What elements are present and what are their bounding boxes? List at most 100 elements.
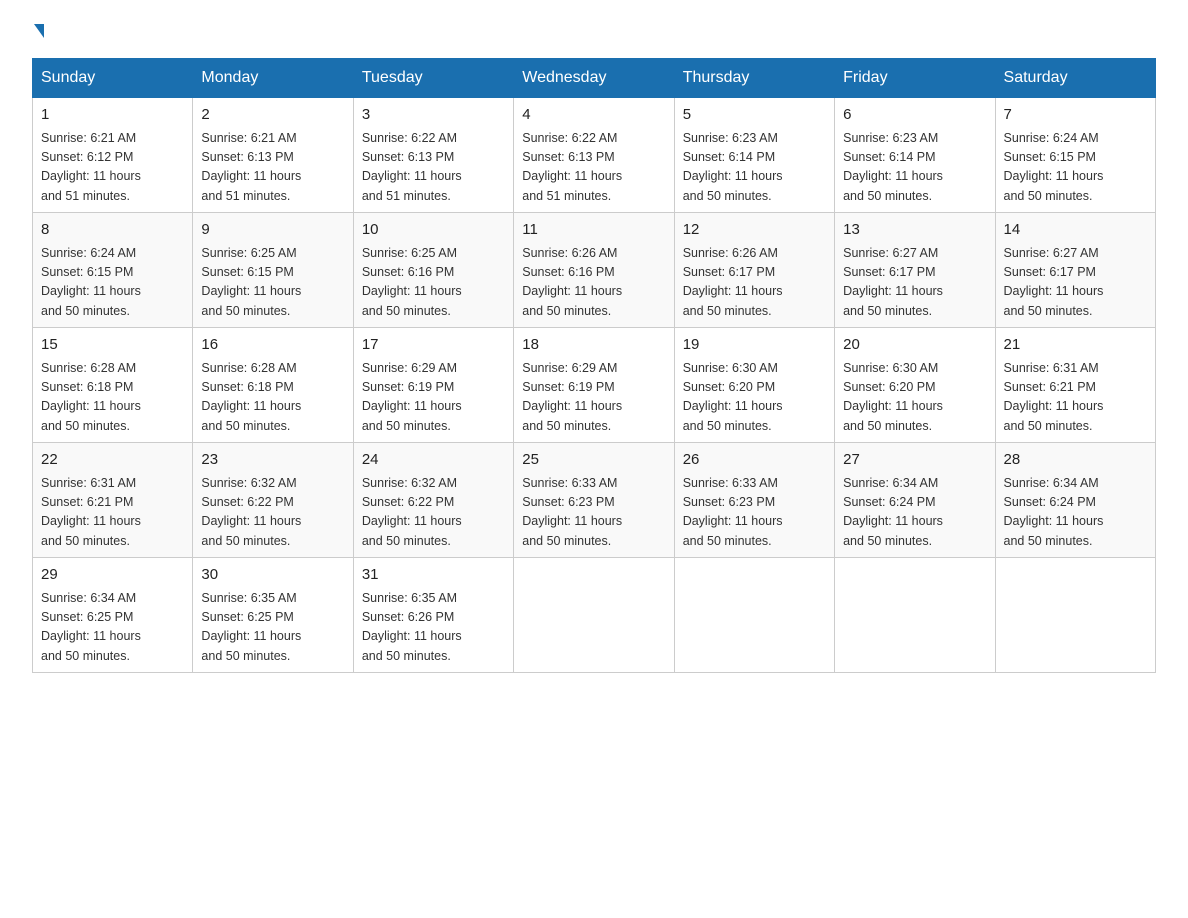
day-info: Sunrise: 6:34 AMSunset: 6:24 PMDaylight:… bbox=[843, 474, 986, 552]
day-number: 16 bbox=[201, 334, 344, 357]
column-header-sunday: Sunday bbox=[33, 59, 193, 98]
day-info: Sunrise: 6:30 AMSunset: 6:20 PMDaylight:… bbox=[843, 359, 986, 437]
day-info: Sunrise: 6:35 AMSunset: 6:26 PMDaylight:… bbox=[362, 589, 505, 667]
day-number: 31 bbox=[362, 564, 505, 587]
day-info: Sunrise: 6:26 AMSunset: 6:16 PMDaylight:… bbox=[522, 244, 665, 322]
day-info: Sunrise: 6:28 AMSunset: 6:18 PMDaylight:… bbox=[41, 359, 184, 437]
calendar-cell: 17Sunrise: 6:29 AMSunset: 6:19 PMDayligh… bbox=[353, 328, 513, 443]
calendar-cell: 5Sunrise: 6:23 AMSunset: 6:14 PMDaylight… bbox=[674, 98, 834, 213]
day-number: 27 bbox=[843, 449, 986, 472]
day-info: Sunrise: 6:29 AMSunset: 6:19 PMDaylight:… bbox=[362, 359, 505, 437]
calendar-cell: 27Sunrise: 6:34 AMSunset: 6:24 PMDayligh… bbox=[835, 443, 995, 558]
day-number: 26 bbox=[683, 449, 826, 472]
calendar-week-row: 1Sunrise: 6:21 AMSunset: 6:12 PMDaylight… bbox=[33, 98, 1156, 213]
calendar-cell: 13Sunrise: 6:27 AMSunset: 6:17 PMDayligh… bbox=[835, 213, 995, 328]
calendar-week-row: 29Sunrise: 6:34 AMSunset: 6:25 PMDayligh… bbox=[33, 558, 1156, 673]
day-info: Sunrise: 6:33 AMSunset: 6:23 PMDaylight:… bbox=[683, 474, 826, 552]
calendar-cell: 21Sunrise: 6:31 AMSunset: 6:21 PMDayligh… bbox=[995, 328, 1155, 443]
day-info: Sunrise: 6:31 AMSunset: 6:21 PMDaylight:… bbox=[1004, 359, 1147, 437]
calendar-cell: 22Sunrise: 6:31 AMSunset: 6:21 PMDayligh… bbox=[33, 443, 193, 558]
calendar-cell: 9Sunrise: 6:25 AMSunset: 6:15 PMDaylight… bbox=[193, 213, 353, 328]
calendar-cell: 8Sunrise: 6:24 AMSunset: 6:15 PMDaylight… bbox=[33, 213, 193, 328]
day-number: 9 bbox=[201, 219, 344, 242]
day-info: Sunrise: 6:24 AMSunset: 6:15 PMDaylight:… bbox=[41, 244, 184, 322]
day-number: 22 bbox=[41, 449, 184, 472]
day-number: 4 bbox=[522, 104, 665, 127]
calendar-cell: 24Sunrise: 6:32 AMSunset: 6:22 PMDayligh… bbox=[353, 443, 513, 558]
calendar-cell: 25Sunrise: 6:33 AMSunset: 6:23 PMDayligh… bbox=[514, 443, 674, 558]
day-info: Sunrise: 6:34 AMSunset: 6:24 PMDaylight:… bbox=[1004, 474, 1147, 552]
calendar-week-row: 8Sunrise: 6:24 AMSunset: 6:15 PMDaylight… bbox=[33, 213, 1156, 328]
day-info: Sunrise: 6:24 AMSunset: 6:15 PMDaylight:… bbox=[1004, 129, 1147, 207]
calendar-week-row: 15Sunrise: 6:28 AMSunset: 6:18 PMDayligh… bbox=[33, 328, 1156, 443]
calendar-cell: 19Sunrise: 6:30 AMSunset: 6:20 PMDayligh… bbox=[674, 328, 834, 443]
day-number: 20 bbox=[843, 334, 986, 357]
day-info: Sunrise: 6:25 AMSunset: 6:15 PMDaylight:… bbox=[201, 244, 344, 322]
day-number: 2 bbox=[201, 104, 344, 127]
day-info: Sunrise: 6:32 AMSunset: 6:22 PMDaylight:… bbox=[362, 474, 505, 552]
day-number: 15 bbox=[41, 334, 184, 357]
column-header-tuesday: Tuesday bbox=[353, 59, 513, 98]
day-info: Sunrise: 6:23 AMSunset: 6:14 PMDaylight:… bbox=[683, 129, 826, 207]
calendar-header-row: SundayMondayTuesdayWednesdayThursdayFrid… bbox=[33, 59, 1156, 98]
day-number: 30 bbox=[201, 564, 344, 587]
calendar-cell: 12Sunrise: 6:26 AMSunset: 6:17 PMDayligh… bbox=[674, 213, 834, 328]
day-number: 7 bbox=[1004, 104, 1147, 127]
calendar-cell: 29Sunrise: 6:34 AMSunset: 6:25 PMDayligh… bbox=[33, 558, 193, 673]
calendar-cell: 28Sunrise: 6:34 AMSunset: 6:24 PMDayligh… bbox=[995, 443, 1155, 558]
day-number: 3 bbox=[362, 104, 505, 127]
calendar-cell: 7Sunrise: 6:24 AMSunset: 6:15 PMDaylight… bbox=[995, 98, 1155, 213]
column-header-friday: Friday bbox=[835, 59, 995, 98]
day-info: Sunrise: 6:27 AMSunset: 6:17 PMDaylight:… bbox=[843, 244, 986, 322]
day-info: Sunrise: 6:26 AMSunset: 6:17 PMDaylight:… bbox=[683, 244, 826, 322]
logo bbox=[32, 24, 46, 38]
calendar-week-row: 22Sunrise: 6:31 AMSunset: 6:21 PMDayligh… bbox=[33, 443, 1156, 558]
day-number: 23 bbox=[201, 449, 344, 472]
day-info: Sunrise: 6:32 AMSunset: 6:22 PMDaylight:… bbox=[201, 474, 344, 552]
calendar-cell: 15Sunrise: 6:28 AMSunset: 6:18 PMDayligh… bbox=[33, 328, 193, 443]
calendar-cell bbox=[674, 558, 834, 673]
day-number: 17 bbox=[362, 334, 505, 357]
column-header-monday: Monday bbox=[193, 59, 353, 98]
calendar-cell: 2Sunrise: 6:21 AMSunset: 6:13 PMDaylight… bbox=[193, 98, 353, 213]
calendar-cell: 3Sunrise: 6:22 AMSunset: 6:13 PMDaylight… bbox=[353, 98, 513, 213]
day-info: Sunrise: 6:30 AMSunset: 6:20 PMDaylight:… bbox=[683, 359, 826, 437]
column-header-wednesday: Wednesday bbox=[514, 59, 674, 98]
day-info: Sunrise: 6:22 AMSunset: 6:13 PMDaylight:… bbox=[362, 129, 505, 207]
calendar-cell: 18Sunrise: 6:29 AMSunset: 6:19 PMDayligh… bbox=[514, 328, 674, 443]
day-info: Sunrise: 6:21 AMSunset: 6:13 PMDaylight:… bbox=[201, 129, 344, 207]
calendar-cell: 26Sunrise: 6:33 AMSunset: 6:23 PMDayligh… bbox=[674, 443, 834, 558]
calendar-cell bbox=[835, 558, 995, 673]
calendar-cell: 31Sunrise: 6:35 AMSunset: 6:26 PMDayligh… bbox=[353, 558, 513, 673]
day-number: 25 bbox=[522, 449, 665, 472]
day-number: 21 bbox=[1004, 334, 1147, 357]
day-number: 18 bbox=[522, 334, 665, 357]
calendar-cell bbox=[514, 558, 674, 673]
day-info: Sunrise: 6:28 AMSunset: 6:18 PMDaylight:… bbox=[201, 359, 344, 437]
day-info: Sunrise: 6:29 AMSunset: 6:19 PMDaylight:… bbox=[522, 359, 665, 437]
day-info: Sunrise: 6:31 AMSunset: 6:21 PMDaylight:… bbox=[41, 474, 184, 552]
day-number: 6 bbox=[843, 104, 986, 127]
day-info: Sunrise: 6:25 AMSunset: 6:16 PMDaylight:… bbox=[362, 244, 505, 322]
calendar-cell: 23Sunrise: 6:32 AMSunset: 6:22 PMDayligh… bbox=[193, 443, 353, 558]
day-info: Sunrise: 6:21 AMSunset: 6:12 PMDaylight:… bbox=[41, 129, 184, 207]
calendar-cell: 14Sunrise: 6:27 AMSunset: 6:17 PMDayligh… bbox=[995, 213, 1155, 328]
day-number: 12 bbox=[683, 219, 826, 242]
day-number: 10 bbox=[362, 219, 505, 242]
column-header-saturday: Saturday bbox=[995, 59, 1155, 98]
day-number: 11 bbox=[522, 219, 665, 242]
calendar-cell: 11Sunrise: 6:26 AMSunset: 6:16 PMDayligh… bbox=[514, 213, 674, 328]
day-info: Sunrise: 6:35 AMSunset: 6:25 PMDaylight:… bbox=[201, 589, 344, 667]
calendar-cell bbox=[995, 558, 1155, 673]
day-number: 13 bbox=[843, 219, 986, 242]
day-number: 5 bbox=[683, 104, 826, 127]
calendar-table: SundayMondayTuesdayWednesdayThursdayFrid… bbox=[32, 58, 1156, 673]
day-info: Sunrise: 6:33 AMSunset: 6:23 PMDaylight:… bbox=[522, 474, 665, 552]
day-number: 28 bbox=[1004, 449, 1147, 472]
day-info: Sunrise: 6:23 AMSunset: 6:14 PMDaylight:… bbox=[843, 129, 986, 207]
day-number: 1 bbox=[41, 104, 184, 127]
calendar-cell: 30Sunrise: 6:35 AMSunset: 6:25 PMDayligh… bbox=[193, 558, 353, 673]
calendar-cell: 16Sunrise: 6:28 AMSunset: 6:18 PMDayligh… bbox=[193, 328, 353, 443]
day-number: 8 bbox=[41, 219, 184, 242]
day-number: 14 bbox=[1004, 219, 1147, 242]
